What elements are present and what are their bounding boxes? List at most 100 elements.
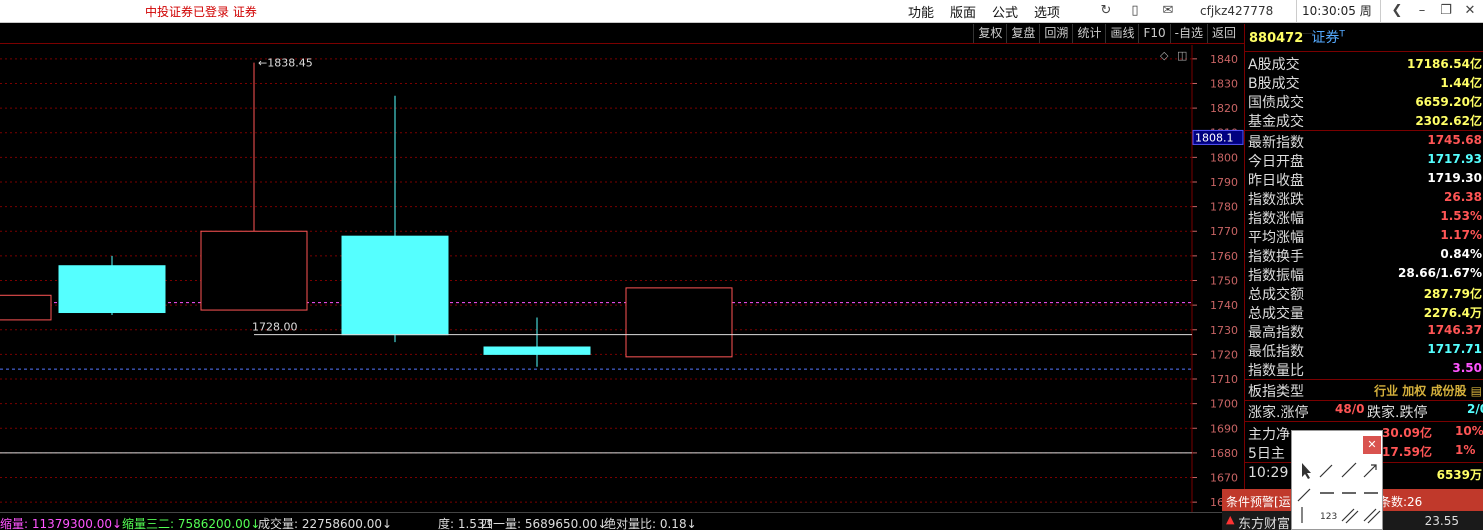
high-price-label: ←1838.45 bbox=[258, 57, 313, 70]
restore-icon[interactable]: ❐ bbox=[1438, 3, 1454, 19]
panel-row: 指数量比 3.50 bbox=[1245, 359, 1483, 379]
line-tool-icon bbox=[1297, 488, 1311, 502]
mail-icon[interactable]: ✉ bbox=[1160, 3, 1176, 19]
panel-row-label: 最高指数 bbox=[1248, 325, 1304, 341]
title-bar: 中投证券已登录 证券 功能 版面 公式 选项 ↻ ▯ ✉ cfjkz427778… bbox=[0, 0, 1483, 41]
panel-row-label: 今日开盘 bbox=[1248, 154, 1304, 170]
panel-row-value: 2302.62亿 bbox=[1415, 114, 1482, 128]
y-tick-label: 1690 bbox=[1210, 422, 1238, 435]
tool-backtrack-button[interactable]: 回溯 bbox=[1039, 24, 1072, 43]
chart-toolbar: 复权 复盘 回溯 统计 画线 F10 -自选 返回 bbox=[0, 24, 1244, 44]
panel-row-value: 2276.4万 bbox=[1423, 306, 1482, 320]
y-tick-label: 1750 bbox=[1210, 275, 1238, 288]
low-price-label: 1728.00 bbox=[252, 321, 298, 334]
kline-chart[interactable]: 1840183018201810180017901780177017601750… bbox=[0, 45, 1244, 512]
back-arrow-icon[interactable]: ❮ bbox=[1389, 3, 1405, 19]
arrow-tool-icon bbox=[1363, 464, 1377, 478]
panel-row-label: 最新指数 bbox=[1248, 135, 1304, 151]
index-name: 证券 bbox=[1311, 30, 1340, 46]
limit-up-value: 48/0 bbox=[1335, 402, 1365, 416]
panel-row: 指数涨跌 26.38 bbox=[1245, 188, 1483, 208]
panel-row: 总成交额 287.79亿 bbox=[1245, 283, 1483, 303]
status-volume: 成交量: 22758600.00↓ bbox=[258, 517, 393, 530]
panel-row: 指数振幅 28.66/1.67% bbox=[1245, 264, 1483, 284]
refresh-icon[interactable]: ↻ bbox=[1098, 3, 1114, 19]
tool-adjust-button[interactable]: 复权 bbox=[973, 24, 1006, 43]
eastmoney-label: 东方财富 bbox=[1238, 517, 1291, 530]
cursor-value-label: 1808.1 bbox=[1195, 131, 1234, 144]
tool-f10-button[interactable]: F10 bbox=[1138, 24, 1169, 43]
limit-down-value: 2/0 bbox=[1467, 402, 1483, 416]
main5-row-pct: 1% bbox=[1455, 443, 1476, 457]
panel-row-value: 1.17% bbox=[1440, 228, 1482, 242]
main-net-row-pct: 10% bbox=[1455, 424, 1483, 438]
y-tick-label: 1790 bbox=[1210, 176, 1238, 189]
panel-row-value: 3.50 bbox=[1452, 361, 1482, 375]
panel-row-label: 指数换手 bbox=[1248, 249, 1304, 265]
bell-icon: ▲ bbox=[1226, 513, 1235, 526]
tool-return-button[interactable]: 返回 bbox=[1206, 24, 1240, 43]
close-icon[interactable]: ✕ bbox=[1462, 3, 1478, 19]
panel-row-value: 0.84% bbox=[1440, 247, 1482, 261]
panel-divider bbox=[1245, 51, 1483, 52]
menu-function[interactable]: 功能 bbox=[908, 2, 934, 21]
panel-row-value: 1717.93 bbox=[1427, 152, 1482, 166]
palette-close-button[interactable]: ✕ bbox=[1363, 436, 1381, 454]
main5-row-label: 5日主 bbox=[1248, 446, 1285, 462]
candle-body bbox=[0, 294, 52, 321]
panel-header: 880472 证券T bbox=[1249, 27, 1345, 47]
segment-tool-icon bbox=[1319, 464, 1333, 478]
status-bar: 缩量: 11379300.00↓ 缩量三二: 7586200.00↓ 成交量: … bbox=[0, 512, 1244, 530]
tool-replay-button[interactable]: 复盘 bbox=[1006, 24, 1039, 43]
board-type-row: 板指类型 行业 加权 成份股 ▤ bbox=[1245, 380, 1483, 400]
y-tick-label: 1670 bbox=[1210, 472, 1238, 485]
menu-layout[interactable]: 版面 bbox=[950, 2, 976, 21]
tool-watchlist-button[interactable]: -自选 bbox=[1169, 24, 1207, 43]
panel-row-value: 287.79亿 bbox=[1423, 287, 1482, 301]
tool-stats-button[interactable]: 统计 bbox=[1072, 24, 1105, 43]
panel-row: 指数涨幅 1.53% bbox=[1245, 207, 1483, 227]
candle-body bbox=[625, 287, 733, 358]
panel-row: 指数换手 0.84% bbox=[1245, 245, 1483, 265]
main-menu: 功能 版面 公式 选项 bbox=[908, 0, 1076, 23]
panel-row-label: A股成交 bbox=[1248, 57, 1300, 73]
y-tick-label: 1840 bbox=[1210, 53, 1238, 66]
y-tick-label: 1770 bbox=[1210, 225, 1238, 238]
candle-body bbox=[58, 265, 166, 314]
panel-row: 国债成交 6659.20亿 bbox=[1245, 91, 1483, 111]
limit-up-label: 涨家.涨停 bbox=[1248, 405, 1309, 421]
y-tick-label: 1830 bbox=[1210, 77, 1238, 90]
time-row-label: 10:29 bbox=[1248, 465, 1289, 481]
phone-icon[interactable]: ▯ bbox=[1127, 3, 1143, 19]
panel-row-label: 昨日收盘 bbox=[1248, 173, 1304, 189]
candle-body bbox=[200, 230, 308, 311]
panel-row-label: 指数量比 bbox=[1248, 363, 1304, 379]
eastmoney-value: 23.55 bbox=[1424, 514, 1459, 528]
index-superscript: T bbox=[1339, 29, 1345, 40]
panel-row-label: 总成交额 bbox=[1248, 287, 1304, 303]
ray-tool-icon bbox=[1341, 462, 1357, 478]
panel-row: 最新指数 1745.68 bbox=[1245, 131, 1483, 151]
tool-draw-button[interactable]: 画线 bbox=[1105, 24, 1138, 43]
channel-tool-icon bbox=[1341, 508, 1359, 524]
panel-row-value: 28.66/1.67% bbox=[1398, 266, 1482, 280]
panel-row-value: 17186.54亿 bbox=[1406, 57, 1482, 71]
board-type-row-value: 行业 加权 成份股 ▤ bbox=[1374, 384, 1482, 398]
menu-options[interactable]: 选项 bbox=[1034, 2, 1060, 21]
panel-toggle-icon: ◫ bbox=[1177, 49, 1187, 62]
number-tool-icon: 123 bbox=[1320, 512, 1337, 522]
panel-row-label: 指数涨跌 bbox=[1248, 192, 1304, 208]
panel-row-value: 1717.71 bbox=[1427, 342, 1482, 356]
alert-text: 条件预警[运 bbox=[1226, 495, 1291, 509]
panel-row-value: 1.53% bbox=[1440, 209, 1482, 223]
y-tick-label: 1800 bbox=[1210, 151, 1238, 164]
panel-row-label: 总成交量 bbox=[1248, 306, 1304, 322]
main5-row-value: 17.59亿 bbox=[1382, 445, 1432, 459]
clock: 10:30:05 周一 bbox=[1296, 0, 1381, 41]
y-tick-label: 1760 bbox=[1210, 250, 1238, 263]
panel-row-value: 1.44亿 bbox=[1440, 76, 1482, 90]
menu-formula[interactable]: 公式 bbox=[992, 2, 1018, 21]
y-tick-label: 1720 bbox=[1210, 348, 1238, 361]
minimize-icon[interactable]: – bbox=[1414, 3, 1430, 19]
y-tick-label: 1780 bbox=[1210, 201, 1238, 214]
